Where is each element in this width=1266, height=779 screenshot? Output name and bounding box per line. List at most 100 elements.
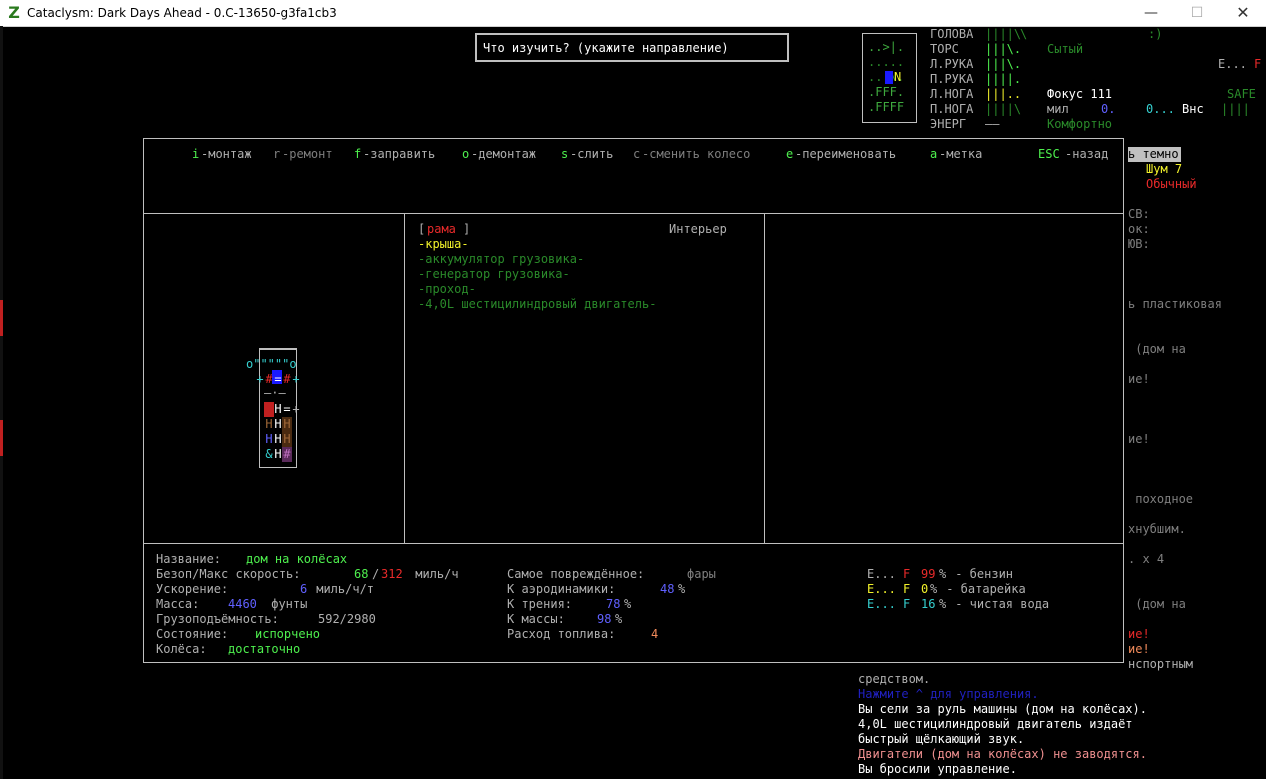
menu-key-repair[interactable]: r (273, 147, 280, 162)
vehicle-tile: H (282, 417, 292, 432)
sidebar-line: ие! (1128, 642, 1150, 656)
outside-label: Внс (1182, 102, 1204, 116)
mass-unit: фунты (264, 597, 308, 611)
part-item[interactable]: -крыша- (418, 237, 469, 252)
minimap: ..>|. ..... .. N. N .FFF. .FFFF (862, 33, 917, 123)
pct-sign: % (624, 597, 632, 611)
menu-item-rename[interactable]: -переименовать (795, 147, 896, 162)
examine-prompt: Что изучить? (укажите направление) (475, 33, 789, 62)
cargo-capacity: 592/2980 (318, 612, 376, 626)
menu-key-change-tire[interactable]: c (633, 147, 640, 162)
info-label: Колёса: (156, 642, 214, 656)
safe-bars: |||| (1221, 102, 1250, 116)
sidebar-line: ЮВ: (1128, 237, 1150, 251)
fuel-e: E... (867, 567, 896, 581)
menu-key-rename[interactable]: e (786, 147, 793, 162)
log-line: Вы бросили управление. (858, 762, 1017, 776)
edge-mark (0, 300, 3, 336)
bodypart-bars: |||.. (985, 87, 1022, 101)
divider (144, 213, 1123, 214)
minimap-row: ..>|. (868, 40, 905, 54)
divider (404, 214, 405, 543)
menu-key-remove[interactable]: o (462, 147, 469, 162)
sidebar-line: ие! (1128, 627, 1150, 641)
menu-key-label[interactable]: a (930, 147, 937, 162)
menu-key-esc[interactable]: ESC (1038, 147, 1060, 162)
fuel-f: F (903, 567, 911, 581)
close-button[interactable]: ✕ (1220, 0, 1266, 26)
minimap-row: ..... (868, 55, 905, 69)
menu-item-siphon[interactable]: -слить (570, 147, 613, 162)
divider (764, 214, 765, 543)
fuel-percent: 16 (921, 597, 936, 611)
sidebar-line: хнубшим. (1128, 522, 1186, 536)
fuel-gauge-f: F (1254, 57, 1262, 71)
maximize-button[interactable]: ☐ (1174, 0, 1220, 26)
safe-mode: SAFE (1227, 87, 1256, 101)
part-header-name[interactable]: рама (427, 222, 456, 237)
log-line: средством. (858, 672, 931, 686)
log-line: 4,0L шестицилиндровый двигатель издаёт (858, 717, 1133, 731)
sidebar-line: (дом на (1128, 597, 1186, 611)
vehicle-tile: H (282, 432, 292, 447)
log-line: быстрый щёлкающий звук. (858, 732, 1025, 746)
vehicle-state: испорчено (255, 627, 321, 641)
sidebar-line: походное (1128, 492, 1194, 506)
menu-key-siphon[interactable]: s (561, 147, 568, 162)
hunger-status: Сытый (1047, 42, 1084, 56)
info-label: Ускорение: (156, 582, 279, 596)
sidebar-line: нспортным (1128, 657, 1194, 671)
window-titlebar: Z Cataclysm: Dark Days Ahead - 0.C-13650… (0, 0, 1266, 27)
menu-item-repair[interactable]: -ремонт (282, 147, 333, 162)
menu-item-change-tire[interactable]: -сменить колесо (642, 147, 750, 162)
bodypart-label: П.НОГА (930, 102, 974, 116)
bodypart-label: Л.НОГА (930, 87, 974, 101)
fuel-f: F (903, 597, 911, 611)
menu-item-install[interactable]: -монтаж (201, 147, 252, 162)
menu-item-back[interactable]: -назад (1065, 147, 1108, 162)
minimap-row: .FFFF (868, 100, 905, 114)
most-damaged: фары (687, 567, 716, 581)
interior-label: Интерьер (669, 222, 727, 236)
movement-mode: Обычный (1146, 177, 1197, 191)
mass-coef: 98 (597, 612, 612, 626)
part-item[interactable]: -аккумулятор грузовика- (418, 252, 584, 267)
menu-key-refill[interactable]: f (354, 147, 361, 162)
mood-smiley: :) (1148, 27, 1163, 41)
part-item[interactable]: -генератор грузовика- (418, 267, 570, 282)
info-label: Масса: (156, 597, 214, 611)
part-item[interactable]: -проход- (418, 282, 476, 297)
bodypart-label: ТОРС (930, 42, 959, 56)
fuel-percent: 99 (921, 567, 936, 581)
info-label: К массы: (507, 612, 580, 626)
menu-item-label[interactable]: -метка (939, 147, 982, 162)
bodypart-bars: ||||\ (985, 27, 1022, 41)
log-line: Вы сели за руль машины (дом на колёсах). (858, 702, 1147, 716)
bodypart-bars: |||\. (985, 57, 1022, 71)
menu-key-install[interactable]: i (192, 147, 199, 162)
vehicle-tile: + (292, 372, 300, 386)
focus-status: Фокус 111 (1047, 87, 1113, 101)
status-zero: 0... (1146, 102, 1175, 116)
info-label: Самое повреждённое: (507, 567, 652, 581)
fuel-f: F (903, 582, 911, 596)
menu-item-remove[interactable]: -демонтаж (471, 147, 536, 162)
part-item[interactable]: -4,0L шестицилиндровый двигатель- (418, 297, 656, 312)
divider (144, 543, 1123, 544)
bodypart-bars: ||||. (985, 72, 1022, 86)
bodypart-label: ЭНЕРГ (930, 117, 967, 131)
noise-level: Шум 7 (1146, 162, 1183, 176)
light-level: ь темно (1128, 147, 1181, 162)
fuel-name: - чистая вода (948, 597, 1050, 611)
info-label: К аэродинамики: (507, 582, 638, 596)
aero-coef: 48 (660, 582, 675, 596)
left-edge (0, 26, 3, 779)
menu-item-refill[interactable]: -заправить (363, 147, 435, 162)
vehicle-row-divider: —·— (264, 386, 286, 400)
acceleration: 6 (300, 582, 308, 596)
pct-sign: % (930, 582, 938, 596)
minimize-button[interactable]: — (1128, 0, 1174, 26)
info-label: Грузоподъёмность: (156, 612, 287, 626)
minimap-row: .FFF. (868, 85, 905, 99)
sidebar-line: ие! (1128, 432, 1150, 446)
